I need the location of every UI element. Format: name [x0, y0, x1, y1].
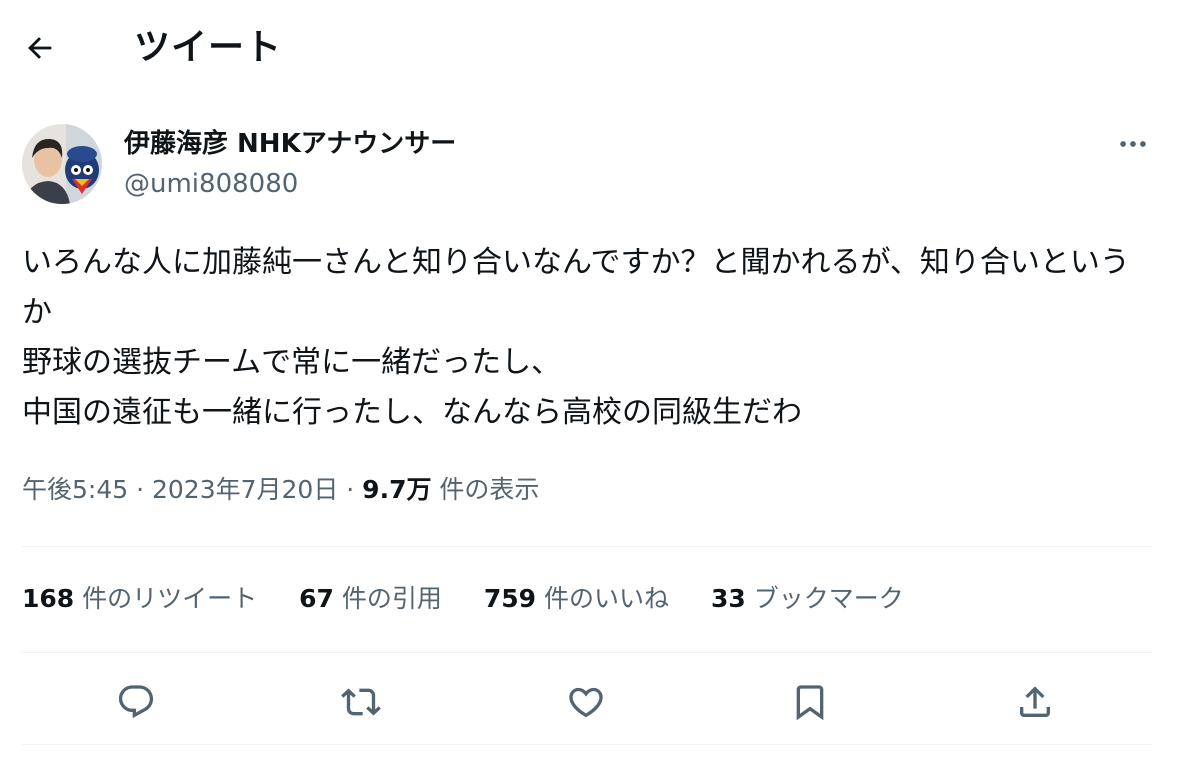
author-display-name[interactable]: 伊藤海彦 NHKアナウンサー — [124, 126, 456, 162]
tweet-stats: 168 件のリツイート 67 件の引用 759 件のいいね 33 ブックマーク — [22, 576, 904, 622]
likes-label: 件のいいね — [536, 584, 670, 613]
divider — [22, 744, 1152, 745]
retweets-stat[interactable]: 168 件のリツイート — [22, 576, 257, 622]
share-button[interactable] — [1005, 672, 1065, 732]
likes-count: 759 — [483, 584, 537, 613]
retweet-icon — [341, 688, 381, 716]
divider — [22, 546, 1152, 547]
author-handle[interactable]: @umi808080 — [124, 166, 298, 202]
reply-icon — [118, 685, 154, 719]
tweet-date[interactable]: 2023年7月20日 — [152, 475, 338, 504]
tweet-detail-page: ツイート 伊藤海彦 NHKアナウンサー @umi808080 いろんな人に加藤純… — [0, 0, 1178, 778]
avatar-image — [22, 124, 102, 204]
action-bar — [0, 664, 1178, 742]
retweet-button[interactable] — [331, 672, 391, 732]
bookmarks-label: ブックマーク — [745, 584, 904, 613]
tweet-time[interactable]: 午後5:45 — [22, 475, 128, 504]
header: ツイート — [0, 0, 1178, 96]
quotes-label: 件の引用 — [333, 584, 442, 613]
reply-button[interactable] — [106, 672, 166, 732]
meta-separator: · — [128, 475, 152, 504]
views-count: 9.7万 — [362, 475, 432, 504]
tweet-meta: 午後5:45 · 2023年7月20日 · 9.7万 件の表示 — [22, 470, 539, 510]
bookmarks-count: 33 — [711, 584, 746, 613]
arrow-left-icon — [28, 37, 52, 59]
share-icon — [1020, 686, 1050, 717]
bookmark-icon — [796, 685, 824, 721]
likes-stat[interactable]: 759 件のいいね — [484, 576, 669, 622]
meta-separator: · — [338, 475, 363, 504]
heart-icon — [569, 687, 603, 718]
avatar[interactable] — [22, 124, 102, 204]
quotes-stat[interactable]: 67 件の引用 — [299, 576, 442, 622]
more-button[interactable] — [1108, 124, 1158, 164]
more-horizontal-icon — [1120, 141, 1146, 147]
back-button[interactable] — [14, 22, 66, 74]
quotes-count: 67 — [299, 584, 334, 613]
like-button[interactable] — [556, 672, 616, 732]
retweets-count: 168 — [22, 584, 75, 613]
bookmarks-stat[interactable]: 33 ブックマーク — [711, 576, 904, 622]
retweets-label: 件のリツイート — [74, 584, 258, 613]
divider — [22, 652, 1152, 653]
bookmark-button[interactable] — [780, 672, 840, 732]
page-title: ツイート — [134, 27, 283, 68]
tweet-text: いろんな人に加藤純一さんと知り合いなんですか？と聞かれるが、知り合いというか 野… — [22, 245, 1130, 430]
views-label: 件の表示 — [431, 475, 540, 504]
